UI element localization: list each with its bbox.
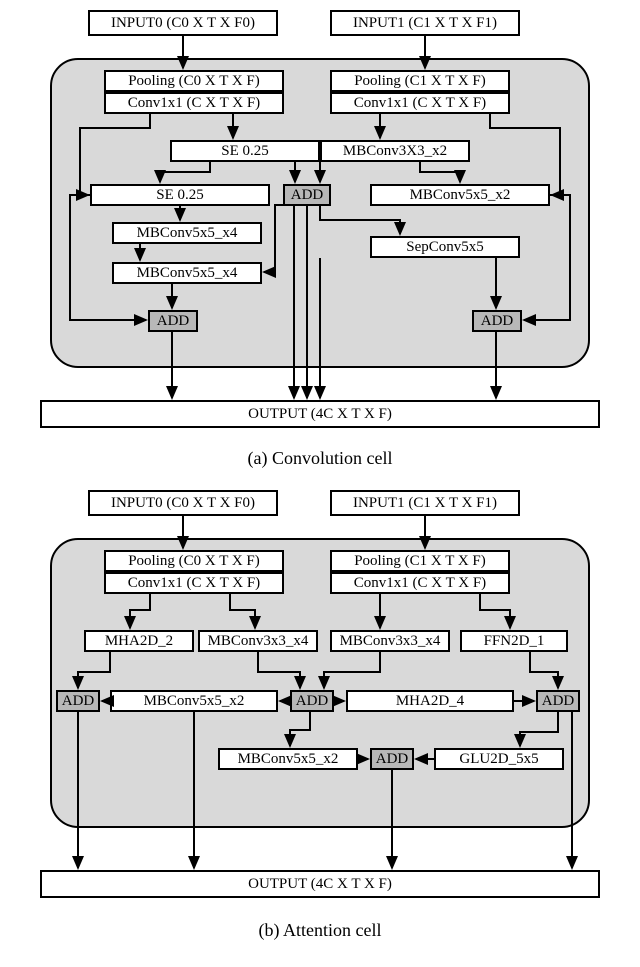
- conv-mb5x5-r: MBConv5x5_x2: [370, 184, 550, 206]
- attn-pool1: Pooling (C1 X T X F): [330, 550, 510, 572]
- attn-mha2d2: MHA2D_2: [84, 630, 194, 652]
- conv-se-top: SE 0.25: [170, 140, 320, 162]
- attn-mha2d4: MHA2D_4: [346, 690, 514, 712]
- attn-add-l: ADD: [56, 690, 100, 712]
- conv-mb5x5-a: MBConv5x5_x4: [112, 222, 262, 244]
- conv-input1: INPUT1 (C1 X T X F1): [330, 10, 520, 36]
- attn-add-c: ADD: [290, 690, 334, 712]
- attn-input0: INPUT0 (C0 X T X F0): [88, 490, 278, 516]
- conv-conv0: Conv1x1 (C X T X F): [104, 92, 284, 114]
- attn-caption: (b) Attention cell: [0, 920, 640, 941]
- attn-pool0: Pooling (C0 X T X F): [104, 550, 284, 572]
- attn-mb5x5-b: MBConv5x5_x2: [218, 748, 358, 770]
- conv-input0: INPUT0 (C0 X T X F0): [88, 10, 278, 36]
- conv-sep5x5: SepConv5x5: [370, 236, 520, 258]
- attn-output: OUTPUT (4C X T X F): [40, 870, 600, 898]
- attn-mb3x3-b: MBConv3x3_x4: [330, 630, 450, 652]
- conv-add-left: ADD: [148, 310, 198, 332]
- attn-conv1: Conv1x1 (C X T X F): [330, 572, 510, 594]
- conv-output: OUTPUT (4C X T X F): [40, 400, 600, 428]
- conv-caption: (a) Convolution cell: [0, 448, 640, 469]
- conv-conv1: Conv1x1 (C X T X F): [330, 92, 510, 114]
- attn-add-r: ADD: [536, 690, 580, 712]
- conv-mb3x3: MBConv3X3_x2: [320, 140, 470, 162]
- attn-ffn: FFN2D_1: [460, 630, 568, 652]
- conv-add-center: ADD: [283, 184, 331, 206]
- attn-conv0: Conv1x1 (C X T X F): [104, 572, 284, 594]
- attn-glu: GLU2D_5x5: [434, 748, 564, 770]
- conv-pool1: Pooling (C1 X T X F): [330, 70, 510, 92]
- attn-input1: INPUT1 (C1 X T X F1): [330, 490, 520, 516]
- attn-mb5x5-a: MBConv5x5_x2: [110, 690, 278, 712]
- attn-add-b: ADD: [370, 748, 414, 770]
- attn-mb3x3-a: MBConv3x3_x4: [198, 630, 318, 652]
- conv-pool0: Pooling (C0 X T X F): [104, 70, 284, 92]
- conv-add-right: ADD: [472, 310, 522, 332]
- conv-mb5x5-b: MBConv5x5_x4: [112, 262, 262, 284]
- conv-se-left: SE 0.25: [90, 184, 270, 206]
